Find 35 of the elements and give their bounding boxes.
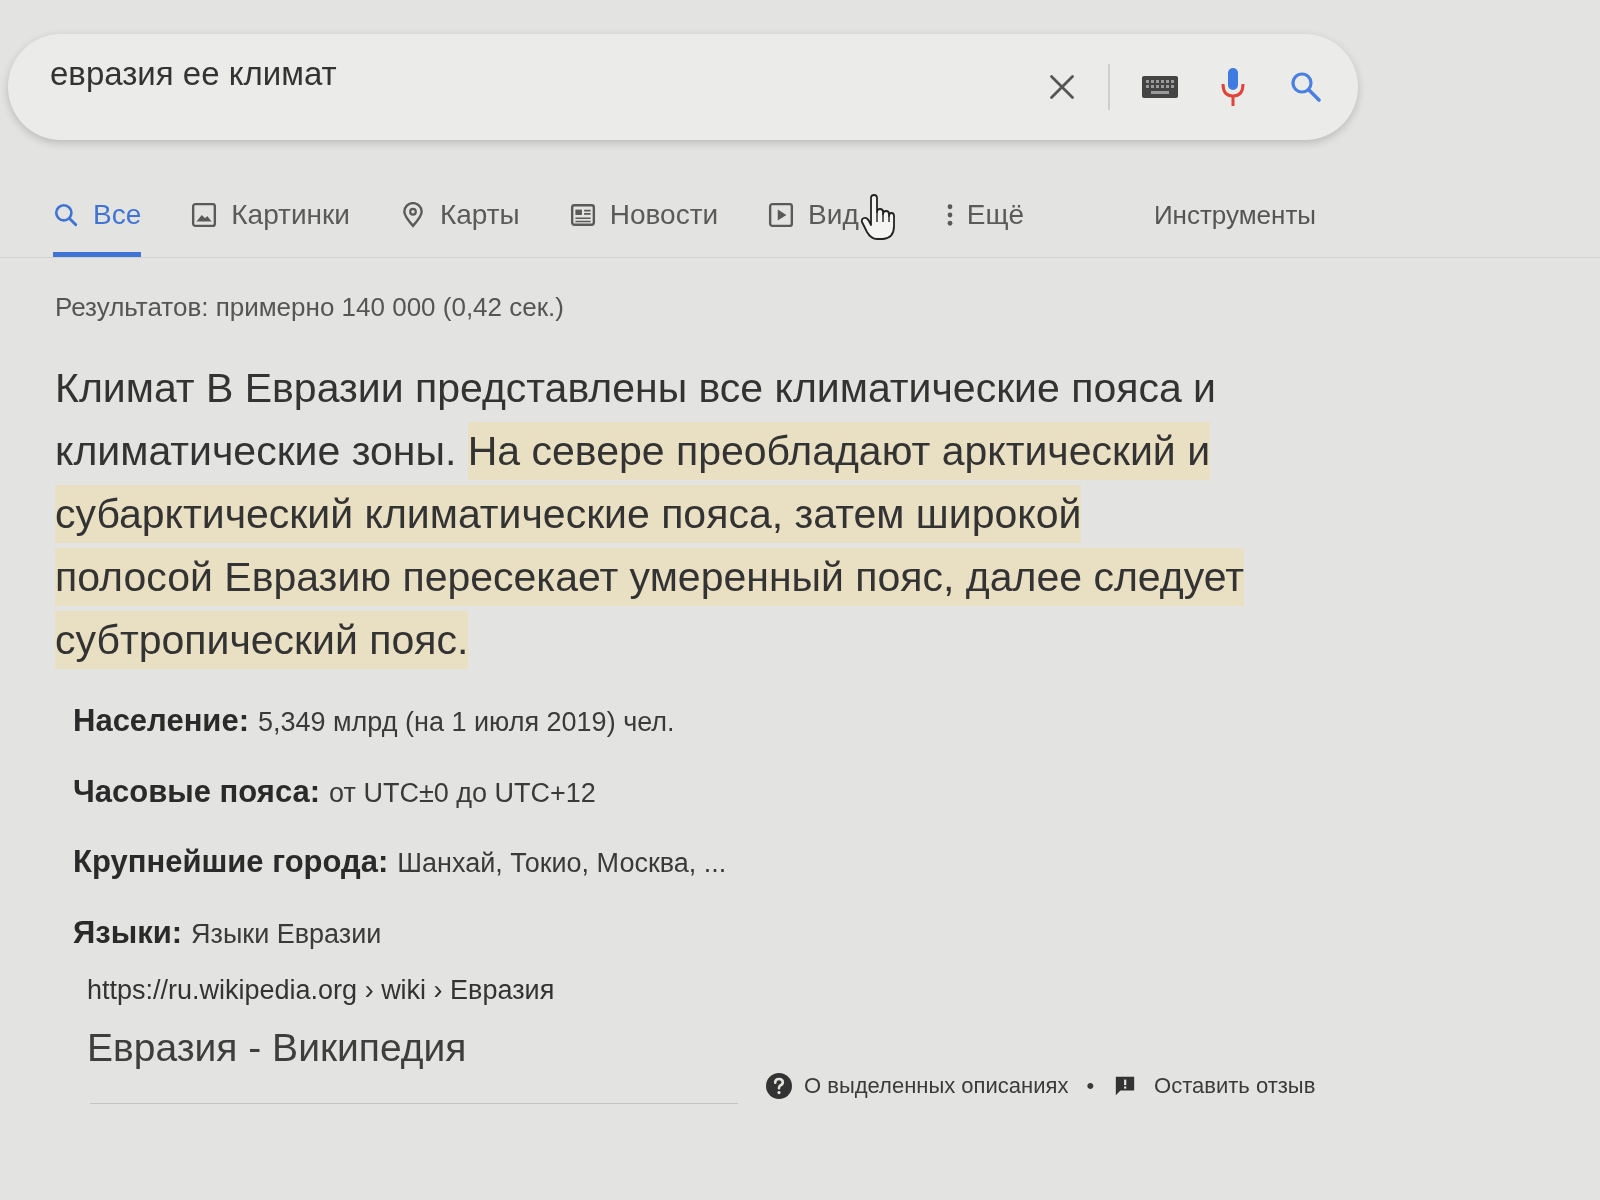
separator: • <box>1086 1072 1095 1100</box>
clear-icon[interactable] <box>1048 73 1076 101</box>
microphone-icon[interactable] <box>1220 68 1246 106</box>
fact-value: Языки Евразии <box>191 917 382 951</box>
keyboard-icon[interactable] <box>1142 76 1178 98</box>
tab[interactable]: Ещё <box>946 176 1025 257</box>
feedback-link[interactable]: Оставить отзыв <box>1154 1069 1316 1102</box>
fact-value: 5,349 млрд (на 1 июля 2019) чел. <box>258 706 675 739</box>
tools-button[interactable]: Инструменты <box>1153 176 1316 255</box>
tab[interactable]: Новости <box>569 176 719 257</box>
result-stats: Результатов: примерно 140 000 (0,42 сек.) <box>55 291 564 324</box>
tab[interactable]: Картинки <box>191 176 350 257</box>
feedback-icon <box>1114 1074 1137 1097</box>
search-icon[interactable] <box>1290 71 1322 103</box>
play-icon <box>768 202 795 228</box>
source-title-link[interactable]: Евразия - Википедия <box>87 1018 467 1077</box>
help-icon <box>766 1072 792 1099</box>
search-icon <box>53 202 79 228</box>
fact-value: от UTC±0 до UTC+12 <box>329 776 596 810</box>
tab[interactable]: Вид <box>768 176 859 257</box>
search-input[interactable]: евразия ее климат <box>50 49 1032 99</box>
fact-label: Часовые пояса: <box>73 772 321 811</box>
fact-label: Крупнейшие города: <box>73 843 389 881</box>
dots-icon <box>946 204 953 226</box>
newspaper-icon <box>569 202 596 228</box>
search-bar[interactable]: евразия ее климат <box>8 34 1358 140</box>
source-url[interactable]: https://ru.wikipedia.org › wiki › Евразия <box>87 970 555 1011</box>
fact-label: Население: <box>73 702 249 740</box>
fact-label: Языки: <box>73 913 183 952</box>
tab[interactable]: Карты <box>399 176 520 257</box>
tab[interactable]: Все <box>53 176 142 257</box>
picture-icon <box>191 202 218 228</box>
fact-value: Шанхай, Токио, Москва, ... <box>397 847 727 880</box>
about-link[interactable]: О выделенных описаниях <box>804 1069 1069 1102</box>
hand-cursor-icon <box>860 194 895 240</box>
